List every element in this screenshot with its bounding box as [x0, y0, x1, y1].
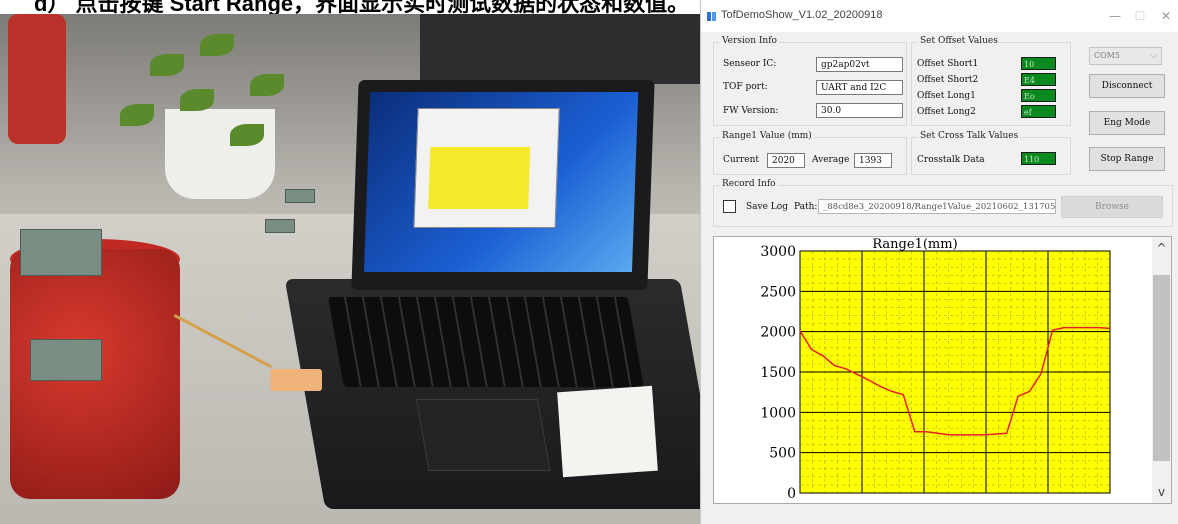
tof-demo-window: TofDemoShow_V1.02_20200918 — ☐ ✕ Version…	[700, 0, 1178, 524]
tof-port-field[interactable]: UART and I2C	[816, 80, 903, 95]
offset-short2-value[interactable]: E4	[1021, 73, 1056, 86]
tof-module-board	[30, 339, 102, 381]
range-chart-panel: 3000 2500 2000 1500 1000 500 0 Range1(mm) ^ v	[713, 236, 1172, 504]
laptop-screen-frame	[351, 80, 655, 290]
title-bar: TofDemoShow_V1.02_20200918 — ☐ ✕	[701, 0, 1178, 32]
current-label: Current	[723, 155, 760, 165]
plant-leaf	[120, 104, 154, 126]
y-tick-label: 2000	[760, 325, 796, 341]
y-tick-label: 1500	[760, 365, 796, 381]
offset-title: Set Offset Values	[918, 36, 1000, 46]
offset-short1-label: Offset Short1	[917, 59, 979, 69]
path-label: Path:	[794, 202, 818, 212]
close-button[interactable]: ✕	[1156, 8, 1176, 24]
sensor-ic-label: Senseor IC:	[723, 59, 777, 69]
save-log-label: Save Log	[746, 202, 788, 212]
plant-leaf	[230, 124, 264, 146]
y-tick-label: 2500	[760, 284, 796, 300]
crosstalk-value[interactable]: 110	[1021, 152, 1056, 165]
disconnect-button[interactable]: Disconnect	[1089, 74, 1165, 98]
save-log-checkbox[interactable]	[723, 200, 736, 213]
chevron-down-icon: ⌵	[1150, 51, 1157, 61]
desk-photo	[0, 14, 700, 524]
caption-text: d） 点击按键 Start Range，界面显示实时测试数据的状态和数值。	[34, 0, 690, 14]
crosstalk-title: Set Cross Talk Values	[918, 131, 1021, 141]
fw-version-label: FW Version:	[723, 106, 779, 116]
small-pcb	[265, 219, 295, 233]
scroll-thumb[interactable]	[1153, 275, 1170, 461]
tof-sensor-board	[20, 229, 102, 276]
com-port-select[interactable]: COM5 ⌵	[1089, 47, 1162, 65]
offset-short1-value[interactable]: 10	[1021, 57, 1056, 70]
red-bottle	[8, 14, 66, 144]
average-value-field[interactable]: 1393	[854, 153, 892, 168]
current-value-field[interactable]: 2020	[767, 153, 805, 168]
version-info-title: Version Info	[720, 36, 779, 46]
crosstalk-label: Crosstalk Data	[917, 155, 985, 165]
com-port-value: COM5	[1094, 51, 1120, 60]
plant-leaf	[150, 54, 184, 76]
browse-button[interactable]: Browse	[1061, 196, 1163, 218]
chart-title: Range1(mm)	[872, 237, 957, 252]
chart-scrollbar[interactable]: ^ v	[1152, 237, 1171, 503]
range1-title: Range1 Value (mm)	[720, 131, 814, 141]
plant-leaf	[180, 89, 214, 111]
maximize-button[interactable]: ☐	[1130, 8, 1150, 24]
usb-adapter-board	[270, 369, 322, 391]
plant-leaf	[200, 34, 234, 56]
laptop-keyboard	[327, 297, 644, 387]
sensor-ic-field[interactable]: gp2ap02vt	[816, 57, 903, 72]
small-pcb	[285, 189, 315, 203]
laptop-sticker	[557, 385, 658, 478]
y-tick-label: 0	[787, 486, 796, 502]
log-path-field[interactable]: _88cd8e3_20200918/Range1Value_20210602_1…	[818, 199, 1056, 214]
window-title: TofDemoShow_V1.02_20200918	[721, 9, 883, 21]
average-label: Average	[812, 155, 850, 165]
y-tick-label: 1000	[760, 405, 796, 421]
y-tick-label: 3000	[760, 244, 796, 260]
laptop-app-chart	[428, 147, 531, 209]
offset-long2-label: Offset Long2	[917, 107, 976, 117]
plant-pot	[165, 109, 275, 199]
offset-long1-label: Offset Long1	[917, 91, 976, 101]
range-chart: 3000 2500 2000 1500 1000 500 0 Range1(mm)	[760, 237, 1111, 502]
eng-mode-button[interactable]: Eng Mode	[1089, 111, 1165, 135]
offset-long2-value[interactable]: ef	[1021, 105, 1056, 118]
plant-leaf	[250, 74, 284, 96]
offset-short2-label: Offset Short2	[917, 75, 979, 85]
minimize-button[interactable]: —	[1105, 8, 1125, 24]
app-icon	[707, 12, 717, 21]
fw-version-field[interactable]: 30.0	[816, 103, 903, 118]
y-tick-label: 500	[769, 446, 796, 462]
record-info-title: Record Info	[720, 179, 778, 189]
stop-range-button[interactable]: Stop Range	[1089, 147, 1165, 171]
background-monitor	[420, 14, 700, 84]
laptop-screen	[363, 92, 639, 272]
scroll-up-arrow-icon[interactable]: ^	[1152, 239, 1171, 257]
offset-long1-value[interactable]: Eo	[1021, 89, 1056, 102]
scroll-down-arrow-icon[interactable]: v	[1152, 483, 1171, 501]
tof-port-label: TOF port:	[723, 82, 768, 92]
laptop-touchpad	[415, 399, 551, 471]
